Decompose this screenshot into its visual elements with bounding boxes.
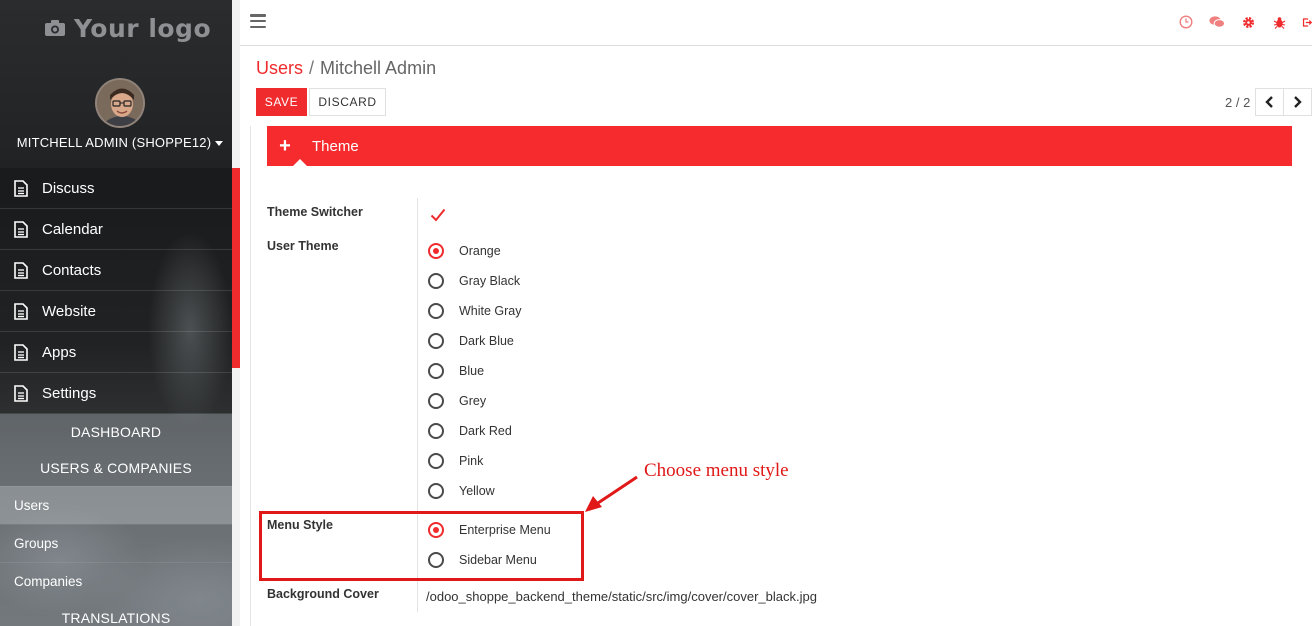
radio-theme-orange[interactable]: Orange [428,242,501,260]
sidebar: Your logo MITCHELL ADMIN (SHOPPE12) Disc… [0,0,240,626]
systray [1163,13,1312,31]
radio-theme-blue[interactable]: Blue [428,362,484,380]
pager-next-button[interactable] [1283,88,1312,116]
document-icon [14,261,28,279]
gear-icon[interactable] [1240,14,1256,30]
avatar[interactable] [95,78,145,128]
clock-icon[interactable] [1178,14,1194,30]
radio-button[interactable] [428,423,444,439]
radio-theme-dark-red[interactable]: Dark Red [428,422,512,440]
hamburger-menu-icon[interactable] [250,14,266,28]
radio-button[interactable] [428,393,444,409]
tab-theme[interactable]: + Theme [267,126,1292,166]
user-theme-label: User Theme [267,239,339,253]
submenu-users-companies[interactable]: USERS & COMPANIES [0,450,232,486]
breadcrumb-separator: / [309,58,315,78]
radio-theme-dark-blue[interactable]: Dark Blue [428,332,514,350]
app-menu: Discuss Calendar Contacts Website Apps S… [0,168,232,414]
user-photo [97,80,143,126]
sidebar-item-label: Discuss [42,179,95,197]
radio-label: Blue [459,364,485,378]
sidebar-scrollbar-thumb[interactable] [232,168,240,368]
radio-theme-pink[interactable]: Pink [428,452,483,470]
settings-submenu: DASHBOARD USERS & COMPANIES Users Groups… [0,414,232,626]
checkmark-icon[interactable] [430,208,446,222]
sidebar-item-calendar[interactable]: Calendar [0,209,232,250]
radio-button[interactable] [428,303,444,319]
sidebar-item-settings[interactable]: Settings [0,373,232,414]
radio-theme-yellow[interactable]: Yellow [428,482,495,500]
tab-active-notch [293,159,307,166]
radio-button[interactable] [428,243,444,259]
camera-icon [45,20,65,36]
submenu-link-groups[interactable]: Groups [0,524,232,562]
sidebar-item-discuss[interactable]: Discuss [0,168,232,209]
chevron-right-icon [1294,96,1302,108]
bug-icon[interactable] [1271,14,1287,30]
sidebar-item-label: Calendar [42,220,103,238]
document-icon [14,343,28,361]
document-icon [14,384,28,402]
user-name: MITCHELL ADMIN (SHOPPE12) [16,135,212,150]
sidebar-item-label: Contacts [42,261,102,279]
background-cover-path[interactable]: /odoo_shoppe_backend_theme/static/src/im… [426,589,817,604]
radio-theme-white-gray[interactable]: White Gray [428,302,522,320]
sidebar-item-label: Settings [42,384,97,402]
radio-button[interactable] [428,483,444,499]
caret-down-icon [215,141,224,147]
sidebar-item-label: Apps [42,343,77,361]
user-menu[interactable]: MITCHELL ADMIN (SHOPPE12) [0,135,240,150]
radio-label: Yellow [459,484,495,498]
chat-icon[interactable] [1209,14,1225,30]
discard-button[interactable]: DISCARD [309,88,386,116]
radio-label: Dark Blue [459,334,514,348]
radio-theme-gray-black[interactable]: Gray Black [428,272,520,290]
sidebar-item-website[interactable]: Website [0,291,232,332]
breadcrumb-users-link[interactable]: Users [256,58,303,78]
background-cover-label: Background Cover [267,587,379,601]
sidebar-item-contacts[interactable]: Contacts [0,250,232,291]
radio-theme-grey[interactable]: Grey [428,392,486,410]
sheet-border [250,126,251,626]
pager-value: 2 / 2 [1225,95,1251,110]
radio-label: Orange [459,244,501,258]
sidebar-item-apps[interactable]: Apps [0,332,232,373]
logo-text: Your logo [74,13,212,43]
sidebar-item-label: Website [42,302,96,320]
breadcrumb-current: Mitchell Admin [320,58,437,78]
radio-label: White Gray [459,304,522,318]
annotation-arrow-icon [585,475,638,512]
document-icon [14,302,28,320]
chevron-left-icon [1265,96,1273,108]
radio-button[interactable] [428,333,444,349]
radio-label: Gray Black [459,274,521,288]
top-navbar [240,0,1312,46]
tab-theme-label: Theme [312,137,359,155]
submenu-dashboard[interactable]: DASHBOARD [0,414,232,450]
submenu-link-companies[interactable]: Companies [0,562,232,600]
logout-icon[interactable] [1302,14,1312,30]
theme-switcher-label: Theme Switcher [267,205,363,219]
radio-label: Pink [459,454,484,468]
radio-label: Dark Red [459,424,512,438]
document-icon [14,179,28,197]
save-button[interactable]: SAVE [256,88,307,116]
submenu-link-users[interactable]: Users [0,486,232,524]
radio-label: Grey [459,394,487,408]
submenu-translations[interactable]: TRANSLATIONS [0,600,232,626]
plus-icon: + [279,134,291,157]
radio-button[interactable] [428,363,444,379]
annotation-text: Choose menu style [644,460,789,481]
breadcrumb: Users / Mitchell Admin [256,58,436,79]
logo[interactable]: Your logo [44,12,211,44]
radio-button[interactable] [428,273,444,289]
radio-button[interactable] [428,453,444,469]
document-icon [14,220,28,238]
pager-previous-button[interactable] [1255,88,1284,116]
annotation-highlight-box [259,511,584,581]
